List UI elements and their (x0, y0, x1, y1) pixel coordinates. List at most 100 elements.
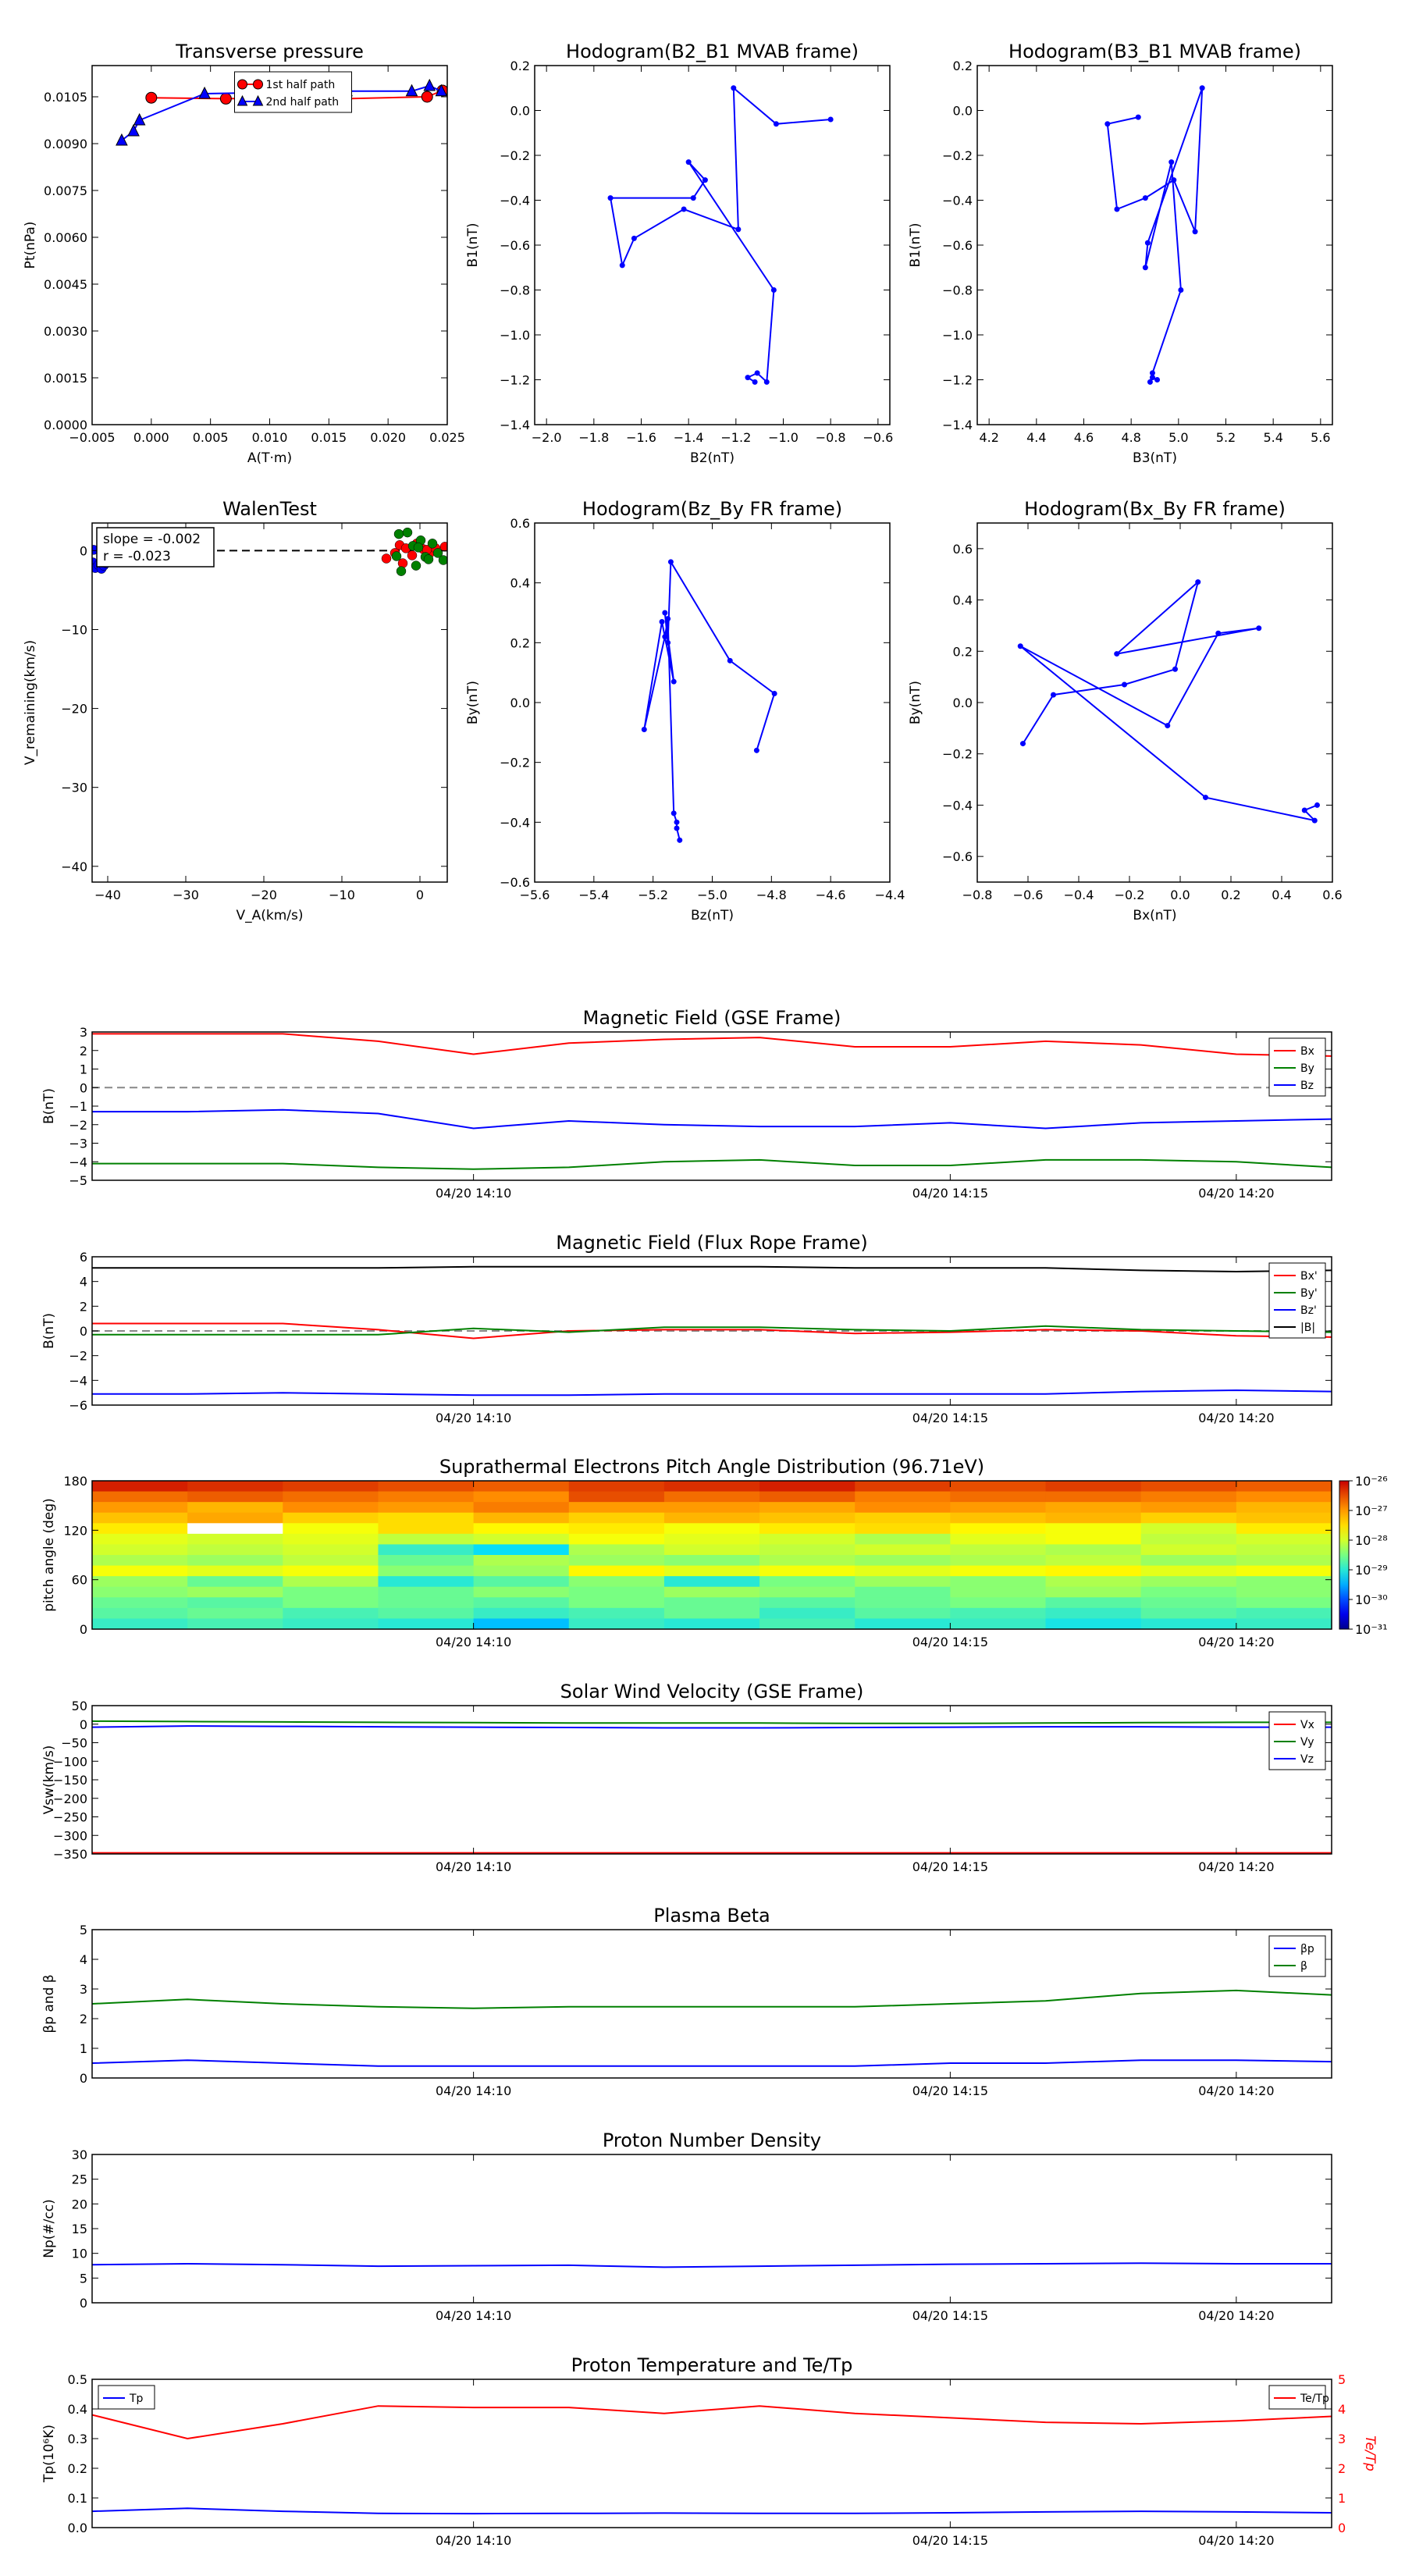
heatmap-cell (283, 1597, 379, 1609)
x-tick-label: 04/20 14:20 (1198, 1411, 1274, 1425)
heatmap-cell (1140, 1491, 1237, 1503)
legend-label: Tp (129, 2393, 144, 2405)
heatmap-cell (473, 1544, 570, 1556)
legend-label: Vy (1300, 1736, 1314, 1749)
heatmap-cell (187, 1491, 283, 1503)
data-point (670, 810, 677, 817)
heatmap-cell (283, 1533, 379, 1545)
legend: Vx Vy Vz (1268, 1711, 1326, 1770)
x-tick-label: −1.8 (578, 430, 609, 445)
x-tick-label: −10 (329, 888, 355, 902)
chart-title: Solar Wind Velocity (GSE Frame) (560, 1681, 864, 1703)
heatmap-cell (1236, 1576, 1332, 1588)
heatmap-cell (283, 1481, 379, 1493)
series-line-Vy (92, 1720, 1332, 1724)
scatter-point (381, 553, 392, 564)
y-tick-label: −300 (53, 1828, 87, 1843)
heatmap-cell (759, 1544, 855, 1556)
x-tick-label: 04/20 14:15 (912, 1635, 988, 1649)
y-tick-label: 0.4 (953, 593, 973, 608)
heatmap-cell (378, 1523, 475, 1535)
heatmap-cell (759, 1502, 855, 1514)
heatmap-cell (473, 1597, 570, 1609)
x-tick-label: 0.6 (1322, 888, 1342, 902)
chart-hodogram-bx-by: Hodogram(Bx_By FR frame) −0.8 −0.6 −0.4 −0.2… (908, 498, 1343, 923)
y-axis-label: Np(#/cc) (41, 2199, 57, 2258)
chart-title: Hodogram(Bx_By FR frame) (1024, 498, 1286, 520)
heatmap-cell (187, 1502, 283, 1514)
data-point (1314, 802, 1320, 808)
legend-label: Bz (1300, 1080, 1314, 1092)
x-tick-label: 04/20 14:15 (912, 2083, 988, 2098)
data-point (1178, 287, 1184, 293)
heatmap-cell (1045, 1544, 1142, 1556)
y-tick-label: 0 (80, 1717, 87, 1732)
heatmap-cell (1045, 1533, 1142, 1545)
y-tick-label: 5 (80, 2271, 87, 2286)
x-tick-label: −0.2 (1115, 888, 1145, 902)
series-line-Bx (92, 1033, 1332, 1057)
heatmap-cell (1045, 1502, 1142, 1514)
x-tick-label: 0.005 (193, 430, 229, 445)
series-line-0 (1019, 579, 1318, 822)
heatmap-cell (759, 1586, 855, 1598)
y-tick-label: −150 (53, 1773, 87, 1788)
y-tick-label: 0.0105 (44, 90, 87, 105)
heatmap-cell (1140, 1555, 1237, 1567)
legend-label: Bx (1300, 1045, 1314, 1058)
heatmap-cell (378, 1512, 475, 1524)
y-right-tick-label: 2 (1338, 2461, 1346, 2476)
y-tick-label: −40 (61, 859, 87, 874)
data-point (665, 639, 671, 646)
plot-area (607, 85, 834, 385)
heatmap-cell (1236, 1481, 1332, 1493)
x-tick-label: 4.2 (979, 430, 998, 445)
y-tick-label: 1 (80, 2041, 87, 2056)
y-tick-label: −1.0 (500, 328, 530, 343)
chart-transverse-pressure: Transverse pressure−0.005 0.000 0.005 0.010… (23, 41, 465, 466)
y-tick-label: −0.2 (500, 148, 530, 163)
y-axis-label: βp and β (41, 1974, 57, 2033)
data-point (607, 195, 614, 201)
heatmap-cell (663, 1481, 760, 1493)
x-axis-label: V_A(km/s) (236, 908, 303, 923)
x-axis-label: B2(nT) (690, 450, 735, 466)
heatmap-cell (663, 1555, 760, 1567)
y-tick-label: −1.2 (500, 373, 530, 388)
x-tick-label: 4.4 (1026, 430, 1046, 445)
heatmap-cell (473, 1565, 570, 1577)
heatmap-cell (759, 1491, 855, 1503)
heatmap-cell (1045, 1512, 1142, 1524)
heatmap-cell (283, 1586, 379, 1598)
data-point (1172, 666, 1178, 672)
y-tick-label: 10 (72, 2247, 87, 2261)
y-tick-label: 0.2 (510, 59, 530, 73)
y-right-tick-label: 5 (1338, 2372, 1346, 2387)
y-tick-label: 2 (80, 1044, 87, 1059)
heatmap-cell (1236, 1565, 1332, 1577)
y-tick-label: −1.4 (942, 418, 973, 432)
heatmap-cell (378, 1618, 475, 1629)
data-point (735, 226, 742, 233)
x-tick-label: −0.6 (1013, 888, 1044, 902)
heatmap-cell (663, 1586, 760, 1598)
heatmap-cell (283, 1523, 379, 1535)
heatmap-cell (1140, 1523, 1237, 1535)
x-tick-label: 0.000 (133, 430, 169, 445)
heatmap-cell (1045, 1597, 1142, 1609)
heatmap-cell (855, 1607, 951, 1619)
x-tick-label: −0.8 (962, 888, 993, 902)
x-tick-label: 0.0 (1170, 888, 1190, 902)
heatmap-cell (187, 1544, 283, 1556)
y-tick-label: −250 (53, 1810, 87, 1825)
heatmap-cell (378, 1586, 475, 1598)
heatmap-cell (663, 1618, 760, 1629)
heatmap-cell (568, 1523, 665, 1535)
heatmap-cell (1045, 1555, 1142, 1567)
heatmap-cell (950, 1607, 1047, 1619)
heatmap-cell (1140, 1565, 1237, 1577)
axes-frame (91, 65, 448, 425)
heatmap-cell (950, 1576, 1047, 1588)
y-tick-label: −0.6 (942, 849, 973, 864)
heatmap-cell (568, 1576, 665, 1588)
